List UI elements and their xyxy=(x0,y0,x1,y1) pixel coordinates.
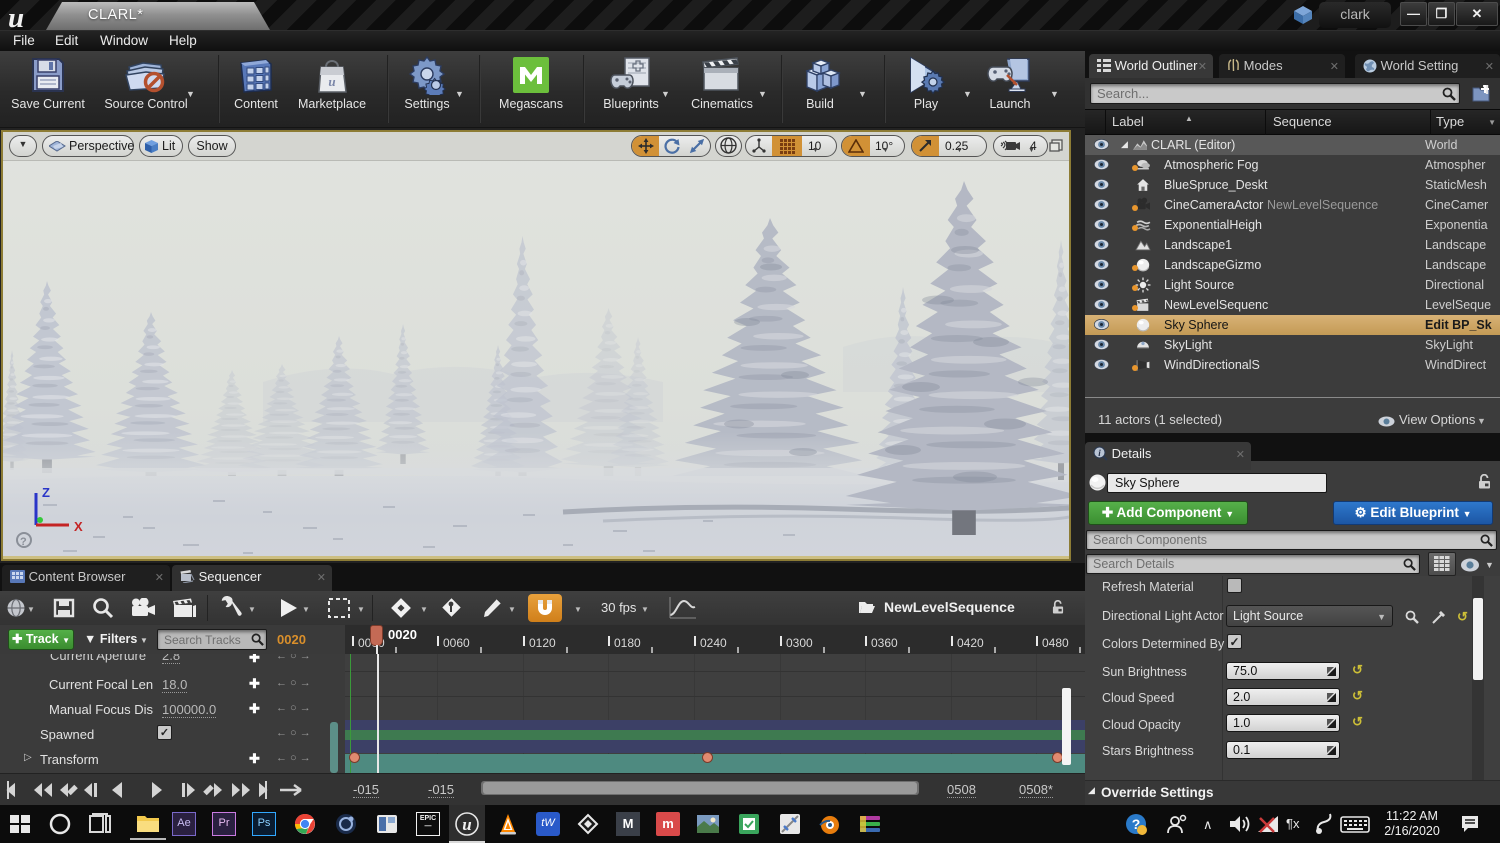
svg-text:X: X xyxy=(74,519,83,534)
svg-text:¶x: ¶x xyxy=(1286,816,1300,831)
svg-text:?: ? xyxy=(20,536,27,548)
svg-text:u: u xyxy=(462,815,471,834)
svg-text:Z: Z xyxy=(42,485,50,500)
svg-text:u: u xyxy=(328,74,335,89)
